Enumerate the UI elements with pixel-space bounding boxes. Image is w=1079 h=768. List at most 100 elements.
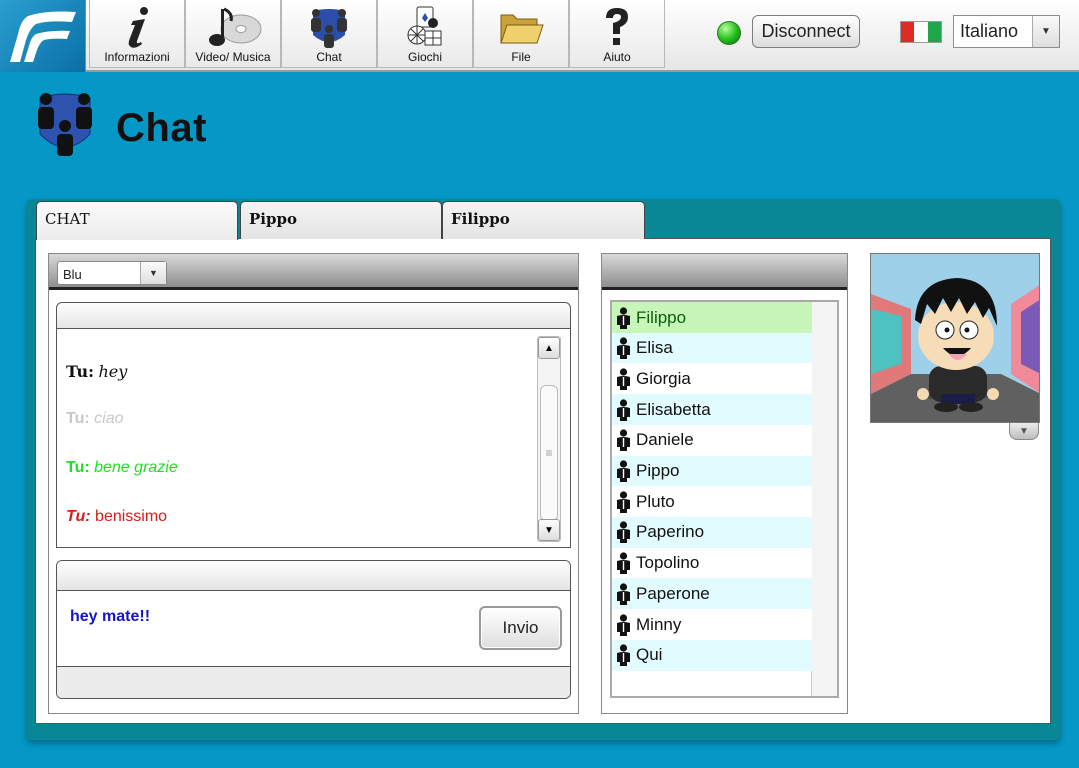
page-title: Chat [116, 106, 207, 150]
main-nav: Informazioni Video/ Musica Chat Giochi F… [89, 0, 665, 68]
composer-footer [57, 666, 570, 698]
scroll-down-icon[interactable]: ▼ [538, 519, 560, 541]
help-icon [570, 4, 664, 50]
user-list-item[interactable]: Paperone [612, 578, 812, 610]
user-list: Filippo Elisa Giorgia Elisabetta Daniele Pipp… [610, 300, 839, 698]
nav-tab-help[interactable]: Aiuto [569, 0, 665, 68]
nav-tab-label: Chat [316, 50, 342, 64]
italian-flag-icon [900, 21, 942, 43]
scroll-up-icon[interactable]: ▲ [538, 337, 560, 359]
people-icon [282, 4, 376, 50]
user-icon [617, 644, 630, 667]
message-author: Tu: [66, 410, 90, 427]
nav-tab-label: Video/ Musica [195, 50, 271, 64]
chat-people-icon [34, 88, 96, 165]
user-name: Elisa [636, 338, 673, 358]
users-header [602, 254, 847, 290]
nav-tab-label: Aiuto [603, 50, 631, 64]
message-author: Tu: [66, 362, 94, 381]
chat-message: Tu: hey [66, 362, 127, 382]
user-list-item[interactable]: Elisabetta [612, 394, 812, 426]
user-list-item[interactable]: Pluto [612, 486, 812, 518]
user-name: Pippo [636, 461, 680, 480]
user-name: Topolino [636, 553, 700, 573]
user-list-item[interactable]: Topolino [612, 547, 812, 579]
language-select[interactable]: Italiano ▼ [953, 15, 1060, 48]
user-icon [617, 306, 630, 329]
top-bar: Informazioni Video/ Musica Chat Giochi F… [0, 0, 1079, 72]
message-log: Tu: hey Tu: ciao Tu: bene grazie Tu: ben… [56, 302, 571, 548]
nav-tab-file[interactable]: File [473, 0, 569, 68]
user-icon [617, 552, 630, 575]
chevron-down-icon[interactable]: ▼ [1032, 16, 1059, 47]
disconnect-button[interactable]: Disconnect [752, 15, 860, 48]
chat-message: Tu: bene grazie [66, 459, 178, 477]
user-list-item[interactable]: Elisa [612, 332, 812, 364]
message-input[interactable]: hey mate!! [70, 608, 150, 626]
chat-toolbar: Blu ▼ [49, 254, 578, 290]
logo-icon [10, 11, 76, 62]
user-name: Paperino [636, 522, 705, 542]
user-icon [617, 583, 630, 605]
user-name: Paperone [636, 583, 710, 603]
connection-status-icon [717, 21, 741, 45]
nav-tab-video-music[interactable]: Video/ Musica [185, 0, 281, 68]
users-column: Filippo Elisa Giorgia Elisabetta Daniele Pipp… [601, 253, 848, 714]
scrollbar-thumb[interactable]: ≡ [540, 385, 558, 521]
user-icon [617, 491, 630, 513]
user-list-item[interactable]: Pippo [612, 455, 812, 487]
tab-chat[interactable]: CHAT [36, 201, 238, 240]
nav-tab-chat[interactable]: Chat [281, 0, 377, 68]
music-icon [186, 4, 280, 50]
composer-header [57, 561, 570, 591]
nav-tab-info[interactable]: Informazioni [89, 0, 185, 68]
message-scrollbar[interactable]: ▲ ≡ ▼ [537, 336, 561, 542]
user-name: Elisabetta [636, 399, 711, 419]
games-icon [378, 4, 472, 50]
text-color-select[interactable]: Blu ▼ [57, 261, 167, 285]
chat-column: Blu ▼ Tu: hey Tu: ciao Tu: bene grazie T… [48, 253, 579, 714]
user-name: Filippo [636, 307, 687, 327]
message-author: Tu: [66, 459, 90, 476]
user-list-item[interactable]: Filippo [612, 302, 812, 333]
user-list-item[interactable]: Paperino [612, 516, 812, 548]
tab-filippo[interactable]: Filippo [442, 201, 645, 239]
send-button[interactable]: Invio [479, 606, 562, 650]
user-list-item[interactable]: Daniele [612, 424, 812, 456]
user-name: Giorgia [636, 368, 691, 388]
avatar-toggle-icon[interactable]: ▼ [1009, 423, 1039, 440]
message-log-header [57, 303, 570, 329]
user-icon [617, 460, 630, 482]
user-avatar [870, 253, 1040, 423]
message-text: bene grazie [94, 459, 178, 476]
folder-icon [474, 4, 568, 50]
user-list-scrollbar[interactable] [811, 302, 837, 696]
user-list-item[interactable]: Giorgia [612, 363, 812, 395]
info-icon [90, 4, 184, 50]
user-name: Qui [636, 645, 663, 665]
user-name: Minny [636, 614, 682, 634]
nav-tab-label: Giochi [407, 50, 442, 64]
nav-tab-label: Informazioni [104, 50, 170, 64]
user-icon [617, 337, 630, 360]
language-select-value: Italiano [960, 21, 1019, 41]
message-composer: hey mate!! Invio [56, 560, 571, 699]
user-icon [617, 521, 630, 544]
chevron-down-icon[interactable]: ▼ [140, 262, 166, 284]
user-name: Daniele [636, 430, 694, 450]
user-icon [617, 429, 630, 452]
tab-pippo[interactable]: Pippo [240, 201, 442, 239]
nav-tab-games[interactable]: Giochi [377, 0, 473, 68]
message-text: ciao [94, 410, 124, 427]
text-color-value: Blu [63, 267, 82, 282]
message-text: benissimo [95, 508, 168, 525]
message-author: Tu: [66, 508, 91, 525]
user-list-item[interactable]: Qui [612, 639, 812, 671]
logo [0, 0, 86, 72]
message-text: hey [98, 362, 128, 381]
user-list-item[interactable]: Minny [612, 609, 812, 640]
user-icon [617, 368, 630, 390]
user-icon [617, 613, 630, 636]
user-icon [617, 398, 630, 421]
chat-message: Tu: benissimo [66, 508, 167, 526]
